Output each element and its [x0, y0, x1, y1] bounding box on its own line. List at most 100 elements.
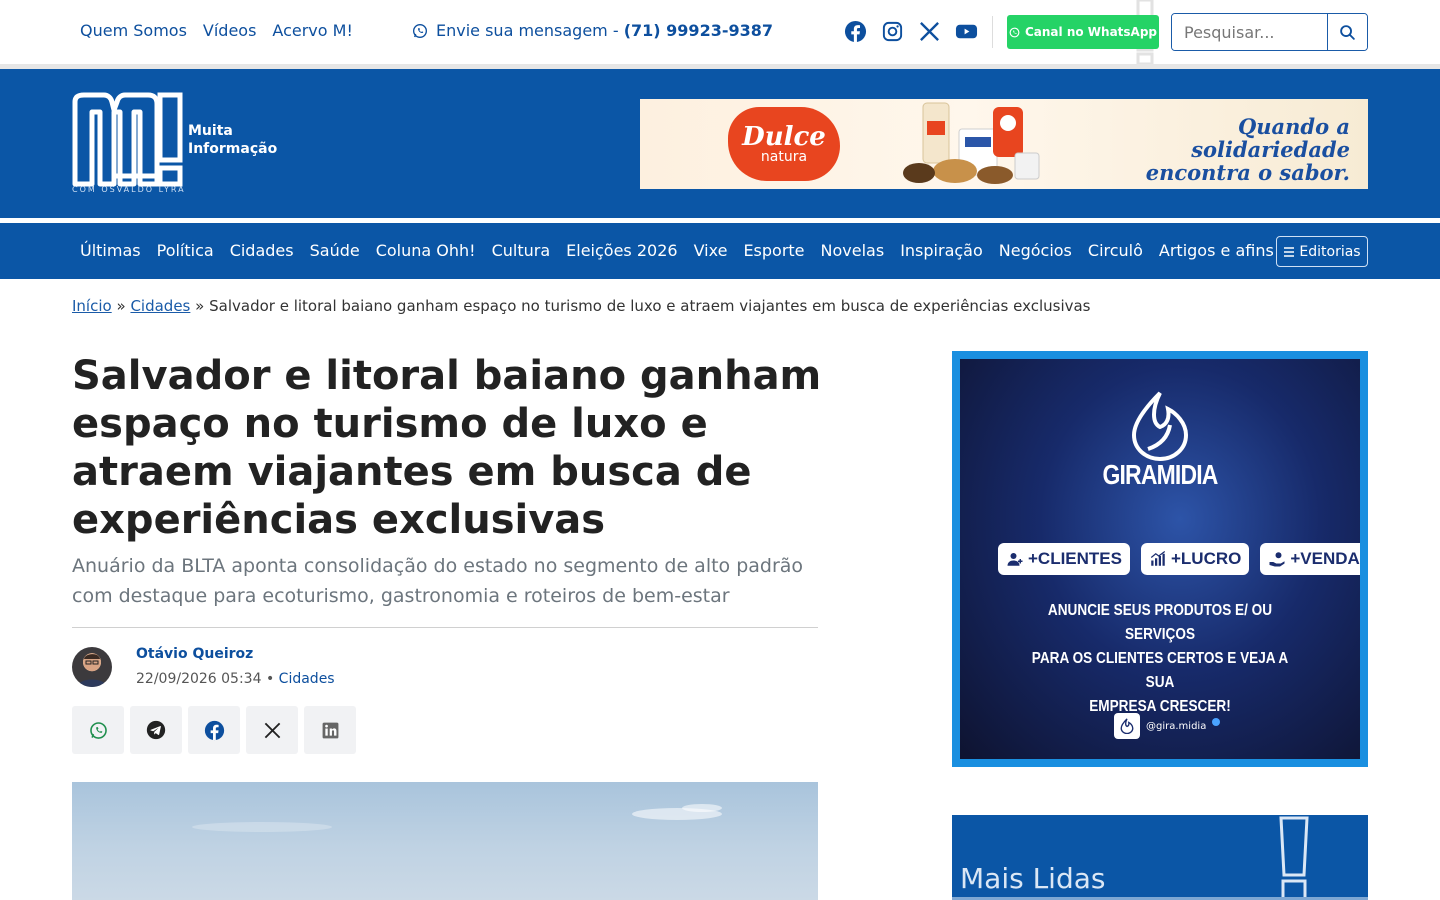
- share-x-button[interactable]: [246, 706, 298, 754]
- nav-item-saude[interactable]: Saúde: [310, 241, 360, 260]
- facebook-icon[interactable]: [844, 20, 867, 43]
- ad-pill-clientes: +CLIENTES: [998, 543, 1130, 575]
- ad-pill-vendas-label: +VENDAS: [1290, 549, 1360, 568]
- menu-icon: [1284, 246, 1295, 257]
- nav-item-inspiracao[interactable]: Inspiração: [900, 241, 983, 260]
- whatsapp-channel-label: Canal no WhatsApp: [1024, 25, 1158, 39]
- youtube-icon[interactable]: [955, 20, 978, 43]
- article-title: Salvador e litoral baiano ganham espaço …: [72, 353, 822, 543]
- breadcrumb-section[interactable]: Cidades: [130, 297, 190, 315]
- most-read-heading: Mais Lidas: [960, 862, 1106, 895]
- ad-social-handle: @gira.midia: [1114, 713, 1221, 739]
- author-name[interactable]: Otávio Queiroz: [136, 646, 253, 662]
- article-divider: [72, 627, 818, 628]
- nav-item-negocios[interactable]: Negócios: [999, 241, 1072, 260]
- logo-line-2: Informação: [188, 141, 278, 157]
- nav-item-cidades[interactable]: Cidades: [230, 241, 294, 260]
- nav-item-novelas[interactable]: Novelas: [821, 241, 885, 260]
- logo-tagline: COM OSVALDO LYRA: [72, 185, 186, 194]
- breadcrumb-home[interactable]: Início: [72, 297, 112, 315]
- nav-item-eleicoes[interactable]: Eleições 2026: [566, 241, 677, 260]
- link-acervo[interactable]: Acervo M!: [272, 21, 352, 40]
- top-links: Quem Somos Vídeos Acervo M!: [80, 21, 353, 40]
- top-utility-bar: Quem Somos Vídeos Acervo M! Envie sua me…: [0, 0, 1440, 64]
- link-videos[interactable]: Vídeos: [203, 21, 257, 40]
- exclamation-mark-watermark: [1279, 816, 1309, 900]
- linkedin-icon: [322, 722, 338, 738]
- article-hero-image: [72, 782, 818, 900]
- cloud: [682, 804, 722, 812]
- ad-pill-clientes-label: +CLIENTES: [1028, 549, 1122, 568]
- article-date: 22/09/2026 05:34: [136, 671, 262, 687]
- nav-item-cultura[interactable]: Cultura: [492, 241, 551, 260]
- banner-brand-line-1: Dulce: [742, 122, 826, 152]
- ad-handle-text: @gira.midia: [1146, 720, 1207, 732]
- banner-brand-logo: Dulce natura: [728, 107, 840, 181]
- sidebar-ad-creative: GIRAMIDIA +CLIENTES +LUCRO +VENDAS ANUNC…: [960, 359, 1360, 759]
- header-ad-banner[interactable]: Dulce natura Quando a solidariedade enco…: [640, 99, 1368, 189]
- whatsapp-icon: [89, 721, 107, 739]
- author-avatar[interactable]: [72, 647, 112, 687]
- contact-whatsapp-link[interactable]: Envie sua mensagem - (71) 99923-9387: [412, 21, 773, 40]
- nav-item-politica[interactable]: Política: [157, 241, 214, 260]
- instagram-icon[interactable]: [881, 20, 904, 43]
- editorias-label: Editorias: [1299, 243, 1361, 260]
- search-button[interactable]: [1327, 14, 1367, 50]
- nav-item-esporte[interactable]: Esporte: [743, 241, 804, 260]
- ad-pill-lucro-label: +LUCRO: [1171, 549, 1242, 568]
- share-buttons: [72, 706, 356, 754]
- most-read-section: Mais Lidas: [952, 815, 1368, 900]
- ad-pill-lucro: +LUCRO: [1141, 543, 1250, 575]
- facebook-icon: [204, 720, 224, 740]
- ad-copy: ANUNCIE SEUS PRODUTOS E/ OU SERVIÇOS PAR…: [1024, 599, 1296, 719]
- share-whatsapp-button[interactable]: [72, 706, 124, 754]
- x-icon[interactable]: [918, 20, 941, 43]
- ad-benefits: +CLIENTES +LUCRO +VENDAS: [998, 543, 1360, 575]
- nav-item-coluna-ohh[interactable]: Coluna Ohh!: [376, 241, 476, 260]
- ad-pill-vendas: +VENDAS: [1260, 543, 1360, 575]
- nav-item-circulo[interactable]: Circulô: [1088, 241, 1143, 260]
- editorias-button[interactable]: Editorias: [1276, 236, 1368, 267]
- whatsapp-icon: [413, 23, 427, 38]
- x-icon: [264, 722, 280, 738]
- ad-copy-line-1: ANUNCIE SEUS PRODUTOS E/ OU SERVIÇOS: [1047, 602, 1273, 643]
- share-facebook-button[interactable]: [188, 706, 240, 754]
- users-icon: [1007, 553, 1023, 566]
- breadcrumb-sep: »: [195, 297, 205, 315]
- logo-wordmark: Muita Informação: [188, 122, 277, 158]
- nav-item-artigos[interactable]: Artigos e afins: [1159, 241, 1274, 260]
- nav-item-ultimas[interactable]: Últimas: [80, 241, 141, 260]
- meta-separator: •: [265, 671, 275, 687]
- article-category[interactable]: Cidades: [279, 671, 335, 687]
- sidebar-ad[interactable]: GIRAMIDIA +CLIENTES +LUCRO +VENDAS ANUNC…: [952, 351, 1368, 767]
- banner-products-image: [903, 102, 1040, 184]
- breadcrumb-current: Salvador e litoral baiano ganham espaço …: [209, 297, 1091, 315]
- main-nav: Últimas Política Cidades Saúde Coluna Oh…: [0, 223, 1440, 279]
- giramidia-logo-icon: [1131, 391, 1189, 461]
- nav-item-vixe[interactable]: Vixe: [694, 241, 728, 260]
- giramidia-small-logo-icon: [1114, 713, 1140, 739]
- whatsapp-icon: [1009, 27, 1020, 37]
- link-quem-somos[interactable]: Quem Somos: [80, 21, 187, 40]
- growth-chart-icon: [1150, 551, 1166, 566]
- article-subtitle: Anuário da BLTA aponta consolidação do e…: [72, 555, 804, 607]
- ad-brand-name: GIRAMIDIA: [1102, 459, 1218, 490]
- social-links: [844, 20, 978, 43]
- logo-line-1: Muita: [188, 123, 233, 139]
- whatsapp-channel-button[interactable]: Canal no WhatsApp: [1007, 15, 1159, 49]
- share-telegram-button[interactable]: [130, 706, 182, 754]
- banner-slogan: Quando a solidariedade encontra o sabor.: [1080, 115, 1350, 184]
- share-linkedin-button[interactable]: [304, 706, 356, 754]
- verified-badge-icon: [1212, 718, 1221, 726]
- sales-hand-icon: [1269, 552, 1285, 567]
- breadcrumb: Início » Cidades » Salvador e litoral ba…: [72, 297, 1091, 315]
- search-icon: [1340, 24, 1355, 40]
- contact-prefix: Envie sua mensagem -: [436, 21, 624, 40]
- divider: [992, 16, 993, 48]
- search-box: [1171, 13, 1368, 51]
- ad-copy-line-2: PARA OS CLIENTES CERTOS E VEJA A SUA: [1031, 650, 1289, 691]
- banner-slogan-line-1: Quando a solidariedade: [1191, 114, 1350, 162]
- telegram-icon: [146, 720, 166, 740]
- search-input[interactable]: [1172, 14, 1327, 50]
- banner-brand-line-2: natura: [760, 149, 808, 165]
